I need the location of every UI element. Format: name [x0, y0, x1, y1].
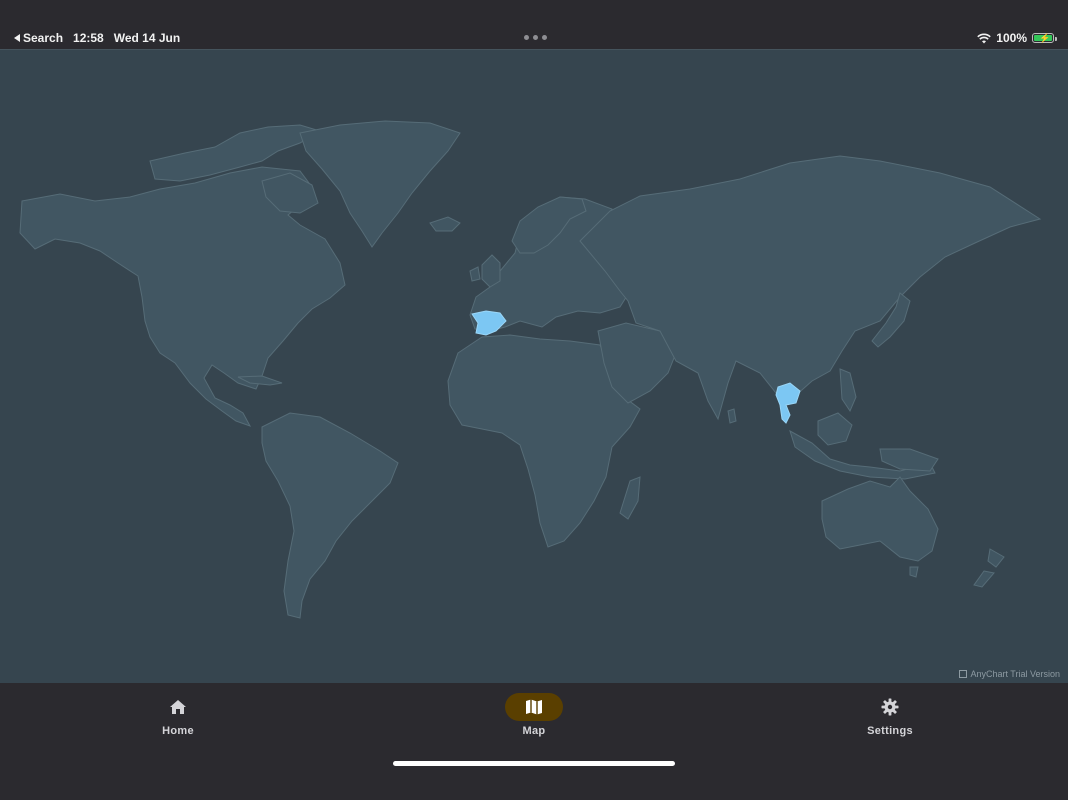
dot-icon: [542, 35, 547, 40]
status-date: Wed 14 Jun: [113, 31, 181, 45]
wifi-icon: [977, 33, 992, 43]
tab-bar: Home Map Settings: [0, 683, 1068, 773]
tab-home-label: Home: [162, 725, 194, 737]
home-icon-wrap: [149, 693, 207, 721]
madagascar-region[interactable]: [619, 476, 641, 520]
back-arrow-icon: [14, 34, 20, 42]
australia-region[interactable]: [821, 476, 939, 562]
thailand-highlighted[interactable]: [775, 382, 801, 424]
new-guinea-region[interactable]: [879, 448, 939, 472]
battery-percent: 100%: [996, 31, 1027, 45]
map-icon-wrap: [505, 693, 563, 721]
map-icon: [526, 699, 542, 715]
tasmania-region[interactable]: [909, 566, 919, 578]
back-label: Search: [23, 31, 64, 45]
dot-icon: [524, 35, 529, 40]
philippines-region[interactable]: [839, 368, 857, 413]
tab-map[interactable]: Map: [474, 693, 594, 737]
chart-credit[interactable]: AnyChart Trial Version: [959, 669, 1060, 679]
sri-lanka-region[interactable]: [727, 408, 737, 424]
gear-icon: [881, 698, 899, 716]
house-icon: [170, 700, 186, 714]
tab-settings-label: Settings: [867, 725, 913, 737]
credit-label: AnyChart Trial Version: [970, 669, 1060, 679]
status-time: 12:58: [73, 31, 104, 45]
status-left: Search 12:58 Wed 14 Jun: [14, 31, 180, 45]
bottom-band: [0, 773, 1068, 800]
world-map[interactable]: AnyChart Trial Version: [0, 49, 1068, 684]
tab-home[interactable]: Home: [118, 693, 238, 737]
anychart-logo-icon: [959, 670, 968, 678]
world-map-svg[interactable]: [0, 50, 1068, 684]
south-america-region[interactable]: [261, 412, 399, 619]
settings-icon-wrap: [861, 693, 919, 721]
tab-settings[interactable]: Settings: [830, 693, 950, 737]
british-isles-region[interactable]: [481, 254, 501, 288]
status-bar: Search 12:58 Wed 14 Jun 100% ⚡: [0, 0, 1068, 48]
home-indicator[interactable]: [393, 761, 675, 766]
status-right: 100% ⚡: [977, 31, 1057, 45]
dot-icon: [533, 35, 538, 40]
ireland-region[interactable]: [469, 266, 481, 282]
multitasking-dots[interactable]: [524, 35, 547, 40]
new-zealand-region[interactable]: [973, 548, 1005, 588]
battery-icon: ⚡: [1032, 33, 1057, 43]
back-to-search-link[interactable]: Search: [14, 31, 63, 45]
iceland-region[interactable]: [429, 216, 461, 232]
charging-bolt-icon: ⚡: [1039, 33, 1051, 43]
tab-map-label: Map: [522, 725, 546, 737]
borneo-region[interactable]: [817, 412, 853, 446]
